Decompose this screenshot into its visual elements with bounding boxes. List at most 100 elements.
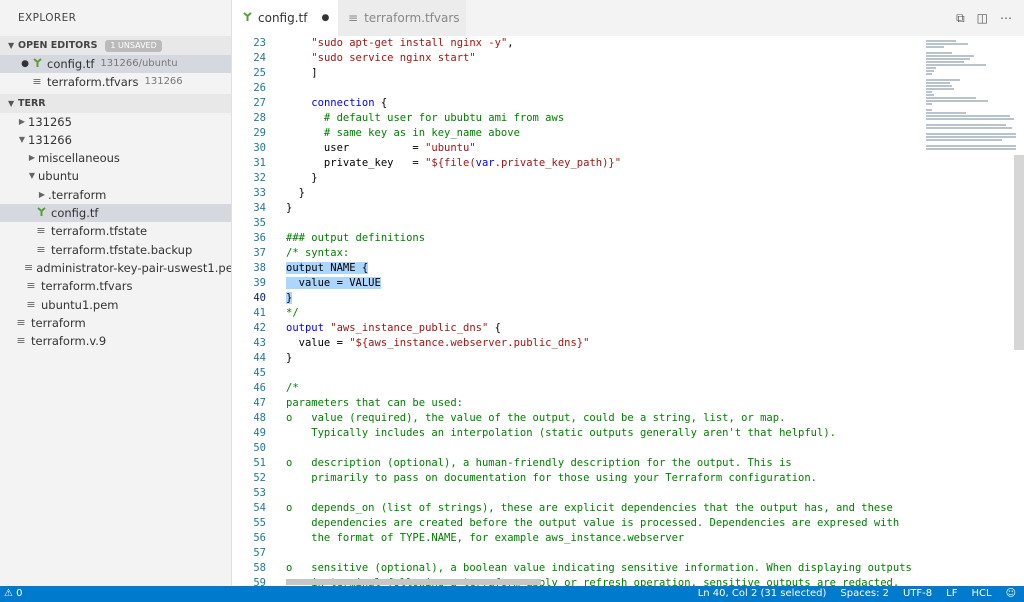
tree-item-file[interactable]: ≡ terraform.tfstate.backup — [0, 241, 231, 259]
line-number: 55 — [253, 517, 266, 529]
tree-item-file[interactable]: ≡ terraform.tfstate — [0, 222, 231, 240]
tree-item-file[interactable]: ≡ ubuntu1.pem — [0, 296, 231, 314]
open-changes-icon[interactable]: ⧉ — [956, 11, 965, 26]
unsaved-dot-icon[interactable]: ● — [321, 0, 329, 36]
code-line[interactable]: 54 o depends_on (list of strings), these … — [232, 501, 922, 516]
code-line[interactable]: 51 o description (optional), a human-frie… — [232, 456, 922, 471]
line-number: 23 — [253, 37, 266, 49]
tree-item-folder[interactable]: ▶ miscellaneous — [0, 149, 231, 167]
tree-item-folder[interactable]: ▶ 131265 — [0, 113, 231, 131]
code-line[interactable]: 47 parameters that can be used: — [232, 396, 922, 411]
line-number: 40 — [253, 292, 266, 304]
code-line[interactable]: 44} — [232, 351, 922, 366]
code-text: o depends_on (list of strings), these ar… — [286, 502, 893, 514]
code-line[interactable]: 40} — [232, 291, 922, 306]
tree-item-label: config.tf — [51, 206, 99, 221]
code-text: } — [286, 292, 293, 304]
open-editor-item-config[interactable]: ● config.tf 131266/ubuntu — [0, 55, 231, 74]
explorer-title: EXPLORER — [18, 12, 77, 24]
minimap-line — [926, 97, 976, 99]
line-number: 50 — [253, 442, 266, 454]
open-editor-item-tfvars[interactable]: ≡ terraform.tfvars 131266 — [0, 73, 231, 91]
code-line[interactable]: 46 /* — [232, 381, 922, 396]
code-line[interactable]: 45 — [232, 366, 922, 381]
code-line[interactable]: 25 ] — [232, 66, 922, 81]
tree-item-label: ubuntu — [38, 169, 79, 184]
minimap-line — [926, 58, 970, 60]
project-header[interactable]: ▼ TERR — [0, 93, 231, 113]
tree-item-file[interactable]: ≡ terraform.v.9 — [0, 332, 231, 350]
code-line[interactable]: 43 value = "${aws_instance.webserver.pub… — [232, 336, 922, 351]
code-line[interactable]: 26 — [232, 81, 922, 96]
code-line[interactable]: 57 — [232, 546, 922, 561]
open-editors-header[interactable]: ▼ OPEN EDITORS 1 UNSAVED — [0, 36, 231, 55]
code-line[interactable]: 48 o value (required), the value of the o… — [232, 411, 922, 426]
file-lines-icon: ≡ — [36, 242, 46, 256]
more-actions-icon[interactable]: ⋯ — [1000, 11, 1012, 25]
code-line[interactable]: 56 the format of TYPE.NAME, for example … — [232, 531, 922, 546]
code-line[interactable]: 52 primarily to pass on documentation fo… — [232, 471, 922, 486]
language-mode[interactable]: HCL — [971, 586, 991, 602]
code-line[interactable]: 33 } — [232, 186, 922, 201]
split-editor-icon[interactable]: ◫ — [977, 11, 988, 25]
code-line[interactable]: 37 /* syntax: — [232, 246, 922, 261]
code-line[interactable]: 58 o sensitive (optional), a boolean valu… — [232, 561, 922, 576]
line-number: 47 — [253, 397, 266, 409]
indentation[interactable]: Spaces: 2 — [840, 586, 889, 602]
code-line[interactable]: 24 "sudo service nginx start" — [232, 51, 922, 66]
code-line[interactable]: 29 # same key as in key_name above — [232, 126, 922, 141]
code-line[interactable]: 49 Typically includes an interpolation (… — [232, 426, 922, 441]
file-lines-icon: ≡ — [36, 224, 46, 238]
minimap-line — [926, 52, 952, 54]
code-line[interactable]: 38 output NAME { — [232, 261, 922, 276]
tree-item-folder[interactable]: ▼ 131266 — [0, 131, 231, 149]
code-line[interactable]: 39 value = VALUE — [232, 276, 922, 291]
code-editor[interactable]: 23 "sudo apt-get install nginx -y", 24 "s… — [232, 36, 922, 586]
cursor-position[interactable]: Ln 40, Col 2 (31 selected) — [698, 586, 827, 602]
code-line[interactable]: 28 # default user for ububtu ami from aw… — [232, 111, 922, 126]
tree-item-label: 131266 — [28, 132, 72, 147]
minimap[interactable] — [922, 36, 1024, 586]
chevron-right-icon: ▶ — [18, 116, 26, 126]
tree-item-file-selected[interactable]: config.tf — [0, 204, 231, 223]
vertical-scrollbar-thumb[interactable] — [1014, 155, 1024, 350]
minimap-line — [926, 109, 932, 111]
code-line[interactable]: 35 — [232, 216, 922, 231]
code-line[interactable]: 30 user = "ubuntu" — [232, 141, 922, 156]
code-text: "sudo service nginx start" — [311, 52, 476, 64]
tab-config-tf[interactable]: config.tf ● — [232, 0, 338, 36]
minimap-line — [926, 145, 1016, 147]
code-line[interactable]: 32 } — [232, 171, 922, 186]
tree-item-label: miscellaneous — [38, 151, 120, 166]
code-line[interactable]: 53 — [232, 486, 922, 501]
feedback-smiley-icon[interactable]: ☺ — [1006, 586, 1016, 602]
code-line[interactable]: 36 ### output definitions — [232, 231, 922, 246]
minimap-line — [926, 103, 932, 105]
problems-indicator[interactable]: ⚠ 0 — [4, 586, 23, 602]
line-number: 32 — [253, 172, 266, 184]
code-line[interactable]: 41 */ — [232, 306, 922, 321]
code-line[interactable]: 23 "sudo apt-get install nginx -y", — [232, 36, 922, 51]
code-line[interactable]: 31 private_key = "${file(var.private_key… — [232, 156, 922, 171]
tab-terraform-tfvars[interactable]: ≡ terraform.tfvars — [338, 0, 466, 36]
code-line[interactable]: 27 connection { — [232, 96, 922, 111]
tree-item-file[interactable]: ≡ administrator-key-pair-uswest1.pem — [0, 259, 231, 277]
minimap-line — [926, 136, 1016, 138]
code-text: private_key = "${file(var.private_key_pa… — [286, 157, 622, 169]
horizontal-scrollbar-thumb[interactable] — [286, 579, 541, 585]
encoding[interactable]: UTF-8 — [903, 586, 932, 602]
code-line[interactable]: 42 output "aws_instance_public_dns" { — [232, 321, 922, 336]
tree-item-folder[interactable]: ▶ .terraform — [0, 186, 231, 204]
tree-item-label: .terraform — [48, 187, 107, 202]
code-text: output NAME { — [286, 262, 369, 274]
code-line[interactable]: 55 dependencies are created before the o… — [232, 516, 922, 531]
tree-item-file[interactable]: ≡ terraform.tfvars — [0, 277, 231, 295]
editor-tab-bar: config.tf ● ≡ terraform.tfvars ⧉ ◫ ⋯ — [232, 0, 1024, 36]
code-text: /* syntax: — [286, 247, 350, 259]
code-text: } — [286, 202, 293, 214]
code-line[interactable]: 50 — [232, 441, 922, 456]
tree-item-file[interactable]: ≡ terraform — [0, 314, 231, 332]
code-line[interactable]: 34} — [232, 201, 922, 216]
end-of-line[interactable]: LF — [946, 586, 957, 602]
tree-item-folder[interactable]: ▼ ubuntu — [0, 167, 231, 185]
